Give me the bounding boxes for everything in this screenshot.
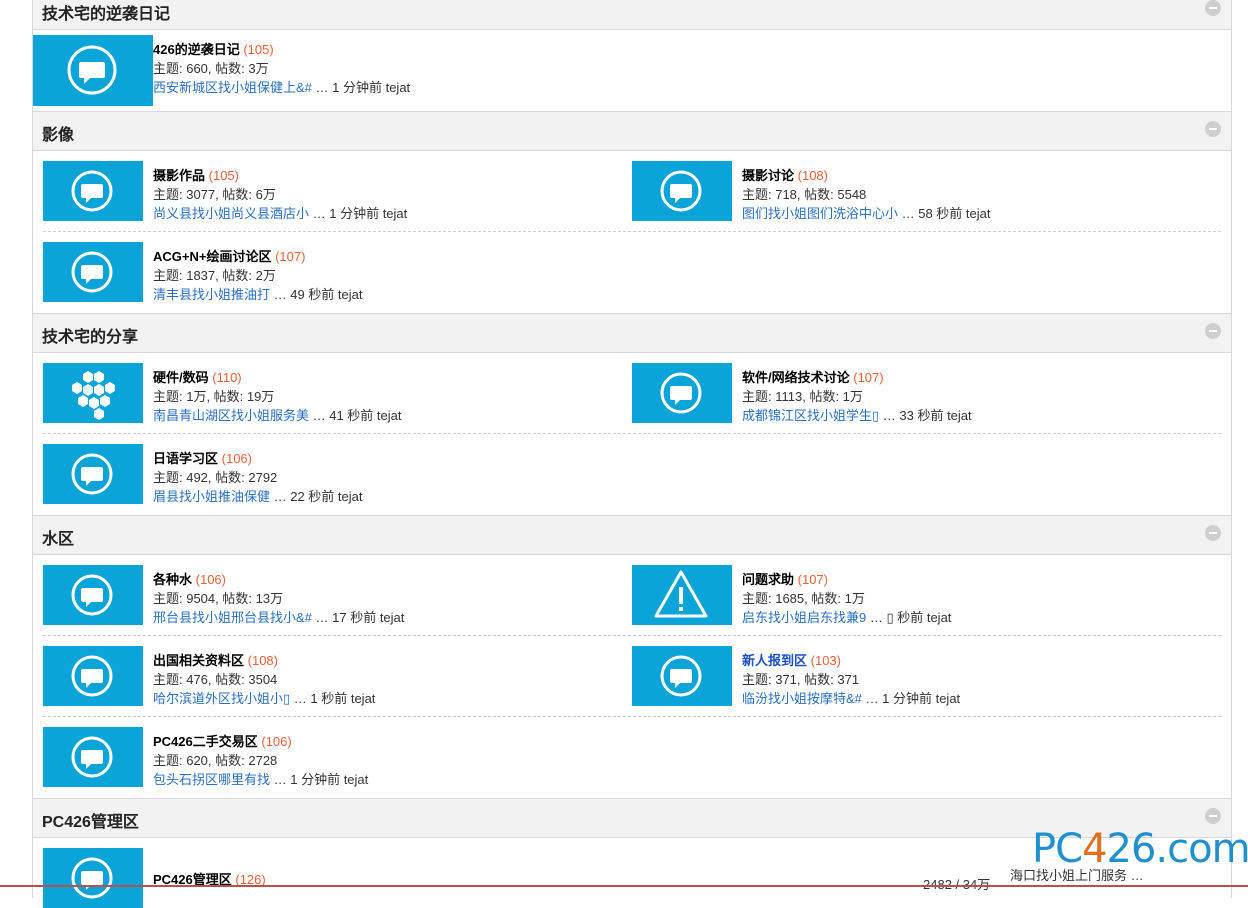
last-post: 南昌青山湖区找小姐服务美 … 41 秒前 tejat — [153, 408, 402, 423]
row-divider — [43, 231, 1221, 232]
last-thread-link[interactable]: 包头石拐区哪里有找 — [153, 772, 270, 787]
row-divider — [43, 433, 1221, 434]
pc426-logo: PC426.com — [1032, 826, 1248, 872]
warning-triangle-icon[interactable] — [632, 565, 732, 625]
forum-stats: 主题: 476, 帖数: 3504 — [153, 672, 278, 687]
row-divider — [43, 635, 1221, 636]
last-post: 成都锦江区找小姐学生▯ … 33 秒前 tejat — [742, 408, 972, 423]
forum-item[interactable]: 新人报到区 (103) 主题: 371, 帖数: 371 临汾找小姐按摩特&# … — [632, 646, 1212, 706]
forum-stats: 主题: 371, 帖数: 371 — [742, 672, 860, 687]
forum-title[interactable]: ACG+N+绘画讨论区 (107) — [153, 246, 305, 265]
chat-bubble-icon[interactable] — [632, 161, 732, 221]
category-header[interactable]: 水区 — [33, 515, 1231, 555]
forum-item[interactable]: 软件/网络技术讨论 (107) 主题: 1113, 帖数: 1万 成都锦江区找小… — [632, 363, 1212, 423]
last-thread-link[interactable]: 成都锦江区找小姐学生▯ — [742, 408, 879, 423]
category-title: 技术宅的逆袭日记 — [42, 6, 171, 23]
last-post: 哈尔滨道外区找小姐小▯ … 1 秒前 tejat — [153, 691, 376, 706]
last-thread-link[interactable]: 临汾找小姐按摩特&# — [742, 691, 862, 706]
last-post: 西安新城区找小姐保健上&# … 1 分钟前 tejat — [153, 80, 411, 95]
collapse-icon[interactable] — [1205, 121, 1221, 137]
last-thread-link[interactable]: 邢台县找小姐邢台县找小&# — [153, 610, 312, 625]
forum-stats: 主题: 1113, 帖数: 1万 — [742, 389, 863, 404]
forum-stats: 主题: 3077, 帖数: 6万 — [153, 187, 276, 202]
last-thread-link[interactable]: 南昌青山湖区找小姐服务美 — [153, 408, 309, 423]
forum-stats: 主题: 1837, 帖数: 2万 — [153, 268, 276, 283]
forum-title[interactable]: 问题求助 (107) — [742, 569, 828, 588]
category-body: 各种水 (106) 主题: 9504, 帖数: 13万 邢台县找小姐邢台县找小&… — [33, 555, 1231, 798]
collapse-icon[interactable] — [1205, 525, 1221, 541]
forum-item[interactable]: ACG+N+绘画讨论区 (107) 主题: 1837, 帖数: 2万 清丰县找小… — [43, 242, 623, 302]
last-thread-link[interactable]: 尚义县找小姐尚义县酒店小 — [153, 206, 309, 221]
forum-stats: 主题: 660, 帖数: 3万 — [153, 61, 269, 76]
last-thread-link[interactable]: 启东找小姐启东找兼9 — [742, 610, 866, 625]
chat-bubble-icon[interactable] — [43, 565, 143, 625]
forum-stats: 主题: 620, 帖数: 2728 — [153, 753, 278, 768]
last-thread-link[interactable]: 西安新城区找小姐保健上&# — [153, 80, 312, 95]
category-header[interactable]: 技术宅的逆袭日记 — [33, 0, 1231, 30]
last-post: 包头石拐区哪里有找 … 1 分钟前 tejat — [153, 772, 369, 787]
forum-title[interactable]: 日语学习区 (106) — [153, 448, 252, 467]
forum-title[interactable]: PC426二手交易区 (106) — [153, 731, 292, 750]
collapse-icon[interactable] — [1205, 323, 1221, 339]
forum-title[interactable]: 软件/网络技术讨论 (107) — [742, 367, 884, 386]
forum-title[interactable]: 新人报到区 (103) — [742, 650, 841, 669]
last-post: 尚义县找小姐尚义县酒店小 … 1 分钟前 tejat — [153, 206, 408, 221]
forum-item[interactable]: 426的逆袭日记 (105) 主题: 660, 帖数: 3万 西安新城区找小姐保… — [33, 35, 633, 106]
forum-item[interactable]: PC426二手交易区 (106) 主题: 620, 帖数: 2728 包头石拐区… — [43, 727, 623, 787]
chat-bubble-icon[interactable] — [43, 727, 143, 787]
chat-bubble-icon[interactable] — [43, 848, 143, 908]
hexagon-cluster-icon[interactable] — [43, 363, 143, 423]
row-divider — [43, 716, 1221, 717]
category-body: 硬件/数码 (110) 主题: 1万, 帖数: 19万 南昌青山湖区找小姐服务美… — [33, 353, 1231, 515]
last-post: 图们找小姐图们洗浴中心小 … 58 秒前 tejat — [742, 206, 991, 221]
last-post: 眉县找小姐推油保健 … 22 秒前 tejat — [153, 489, 363, 504]
last-post: 临汾找小姐按摩特&# … 1 分钟前 tejat — [742, 691, 961, 706]
chat-bubble-icon[interactable] — [43, 161, 143, 221]
category-header[interactable]: 技术宅的分享 — [33, 313, 1231, 353]
category-body: 摄影作品 (105) 主题: 3077, 帖数: 6万 尚义县找小姐尚义县酒店小… — [33, 151, 1231, 313]
forum-item[interactable]: 日语学习区 (106) 主题: 492, 帖数: 2792 眉县找小姐推油保健 … — [43, 444, 623, 504]
forum-item[interactable]: 摄影作品 (105) 主题: 3077, 帖数: 6万 尚义县找小姐尚义县酒店小… — [43, 161, 623, 221]
forum-stats: 主题: 492, 帖数: 2792 — [153, 470, 278, 485]
forum-item[interactable]: 各种水 (106) 主题: 9504, 帖数: 13万 邢台县找小姐邢台县找小&… — [43, 565, 623, 625]
category-header[interactable]: 影像 — [33, 111, 1231, 151]
category-title: 技术宅的分享 — [42, 329, 139, 346]
chat-bubble-icon[interactable] — [632, 363, 732, 423]
last-thread-link[interactable]: 哈尔滨道外区找小姐小▯ — [153, 691, 290, 706]
category-title: PC426管理区 — [42, 814, 139, 831]
forum-item[interactable]: 出国相关资料区 (108) 主题: 476, 帖数: 3504 哈尔滨道外区找小… — [43, 646, 623, 706]
forum-title[interactable]: 各种水 (106) — [153, 569, 226, 588]
forum-item[interactable]: 摄影讨论 (108) 主题: 718, 帖数: 5548 图们找小姐图们洗浴中心… — [632, 161, 1212, 221]
last-thread-link[interactable]: 图们找小姐图们洗浴中心小 — [742, 206, 898, 221]
forum-item[interactable]: 硬件/数码 (110) 主题: 1万, 帖数: 19万 南昌青山湖区找小姐服务美… — [43, 363, 623, 423]
forum-title[interactable]: 硬件/数码 (110) — [153, 367, 242, 386]
forum-title[interactable]: 426的逆袭日记 (105) — [153, 39, 274, 58]
last-post: 邢台县找小姐邢台县找小&# … 17 秒前 tejat — [153, 610, 405, 625]
forum-stats: 主题: 1685, 帖数: 1万 — [742, 591, 865, 606]
forum-stats-partial: 2482 / 34万 — [923, 874, 990, 893]
forum-item[interactable]: PC426管理区 (126) — [43, 848, 623, 908]
forum-stats: 主题: 9504, 帖数: 13万 — [153, 591, 284, 606]
forum-title[interactable]: 摄影作品 (105) — [153, 165, 239, 184]
category-title: 影像 — [42, 127, 75, 144]
last-thread-link[interactable]: 眉县找小姐推油保健 — [153, 489, 270, 504]
chat-bubble-icon[interactable] — [43, 646, 143, 706]
forum-stats: 主题: 718, 帖数: 5548 — [742, 187, 867, 202]
collapse-icon[interactable] — [1205, 808, 1221, 824]
category-title: 水区 — [42, 531, 75, 548]
last-post: 清丰县找小姐推油打 … 49 秒前 tejat — [153, 287, 363, 302]
forum-title[interactable]: 出国相关资料区 (108) — [153, 650, 278, 669]
last-thread-link[interactable]: 清丰县找小姐推油打 — [153, 287, 270, 302]
forum-stats: 主题: 1万, 帖数: 19万 — [153, 389, 275, 404]
forum-item[interactable]: 问题求助 (107) 主题: 1685, 帖数: 1万 启东找小姐启东找兼9 …… — [632, 565, 1212, 625]
category-body: 426的逆袭日记 (105) 主题: 660, 帖数: 3万 西安新城区找小姐保… — [33, 30, 1231, 111]
chat-bubble-icon[interactable] — [43, 444, 143, 504]
forum-index: 技术宅的逆袭日记 426的逆袭日记 (105) 主题: 660, 帖数: 3万 … — [32, 0, 1232, 908]
forum-title[interactable]: 摄影讨论 (108) — [742, 165, 828, 184]
chat-bubble-icon[interactable] — [33, 35, 153, 106]
collapse-icon[interactable] — [1205, 0, 1221, 16]
last-post: 启东找小姐启东找兼9 … ▯ 秒前 tejat — [742, 610, 952, 625]
chat-bubble-icon[interactable] — [43, 242, 143, 302]
chat-bubble-icon[interactable] — [632, 646, 732, 706]
